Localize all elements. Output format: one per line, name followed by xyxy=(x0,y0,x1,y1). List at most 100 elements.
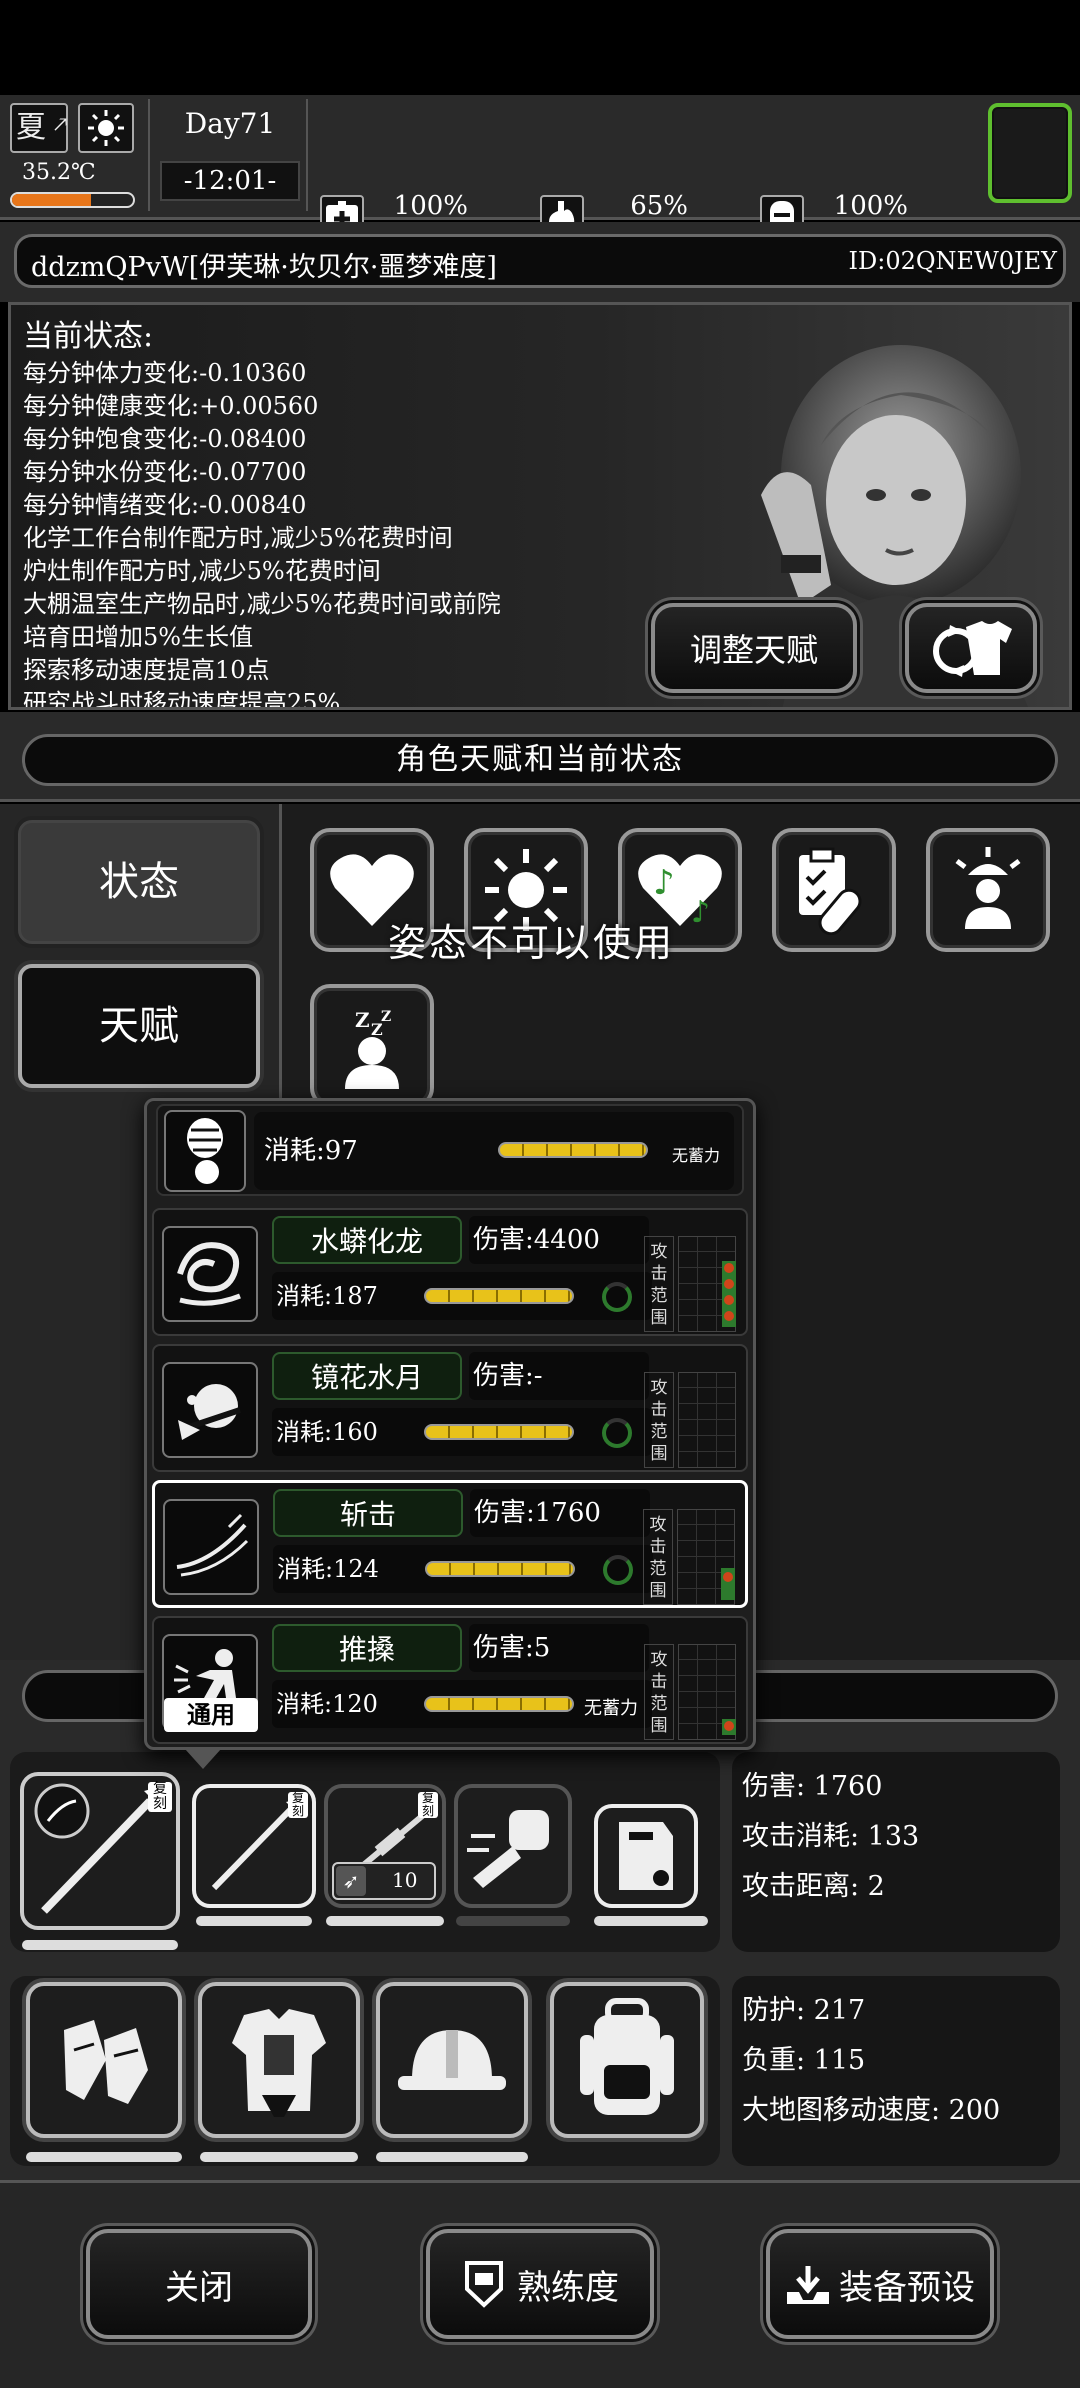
season-label: 夏 xyxy=(16,110,46,145)
attack-range-grid: 攻击范围 xyxy=(643,1509,739,1605)
range-cells xyxy=(678,1236,736,1332)
section-title-bar: 角色天赋和当前状态 xyxy=(22,734,1058,786)
water-dragon-icon xyxy=(177,1242,241,1306)
equipment-preset-button[interactable]: 装备预设 xyxy=(766,2229,994,2339)
move-cost: 消耗:97 xyxy=(264,1136,358,1166)
weapon-attack-cost: 攻击消耗: 133 xyxy=(742,1821,920,1852)
svg-text:Z: Z xyxy=(355,1008,370,1032)
status-line: 大棚温室生产物品时,减少5%花费时间或前院 xyxy=(23,590,501,618)
adjust-talent-button[interactable]: 调整天赋 xyxy=(651,603,857,693)
range-label: 攻击范围 xyxy=(643,1509,673,1605)
backpack-icon xyxy=(580,1998,674,2115)
sleep-person-icon: Z ZZ xyxy=(345,1008,399,1089)
arrow-icon: ➶ xyxy=(336,1866,366,1896)
top-black-bar xyxy=(0,0,1080,95)
top-hud: 夏 🡕 35.2℃ Day71 -12:01- 100%65%100%64%71… xyxy=(0,95,1080,293)
helmet-durability xyxy=(376,2152,528,2162)
weapon-slot-2[interactable]: 复刻 xyxy=(192,1784,316,1908)
armor-stats-panel: 防护: 217 负重: 115 大地图移动速度: 200 xyxy=(732,1976,1060,2166)
weapon-attack-range: 攻击距离: 2 xyxy=(742,1871,885,1902)
status-panel: 当前状态: 每分钟体力变化:-0.10360 每分钟健康变化:+0.00560 每分… xyxy=(8,302,1072,710)
name-panel: ddzmQPvW[伊芙琳·坎贝尔·噩梦难度] ID:02QNEW0JEY xyxy=(0,222,1080,302)
weapon-slot-selected[interactable]: 复刻 xyxy=(20,1772,180,1930)
status-alarm-tile[interactable] xyxy=(926,828,1050,952)
body-armor-slot[interactable] xyxy=(198,1982,360,2138)
close-button[interactable]: 关闭 xyxy=(86,2229,312,2339)
attack-range-grid: 攻击范围 xyxy=(644,1644,740,1740)
tab-status-label: 状态 xyxy=(99,859,179,905)
skill-note: 无蓄力 xyxy=(584,1698,638,1719)
skill-row[interactable]: 推搡 伤害:5 消耗:120 无蓄力 攻击范围 通用 xyxy=(152,1616,748,1744)
tab-talent[interactable]: 天赋 xyxy=(18,964,260,1088)
move-note: 无蓄力 xyxy=(672,1146,721,1165)
body-armor-icon xyxy=(232,2009,326,2117)
character-id: ID:02QNEW0JEY xyxy=(848,247,1057,275)
skill-icon xyxy=(163,1499,259,1595)
change-outfit-button[interactable] xyxy=(905,603,1037,693)
proficiency-label: 熟练度 xyxy=(517,2267,619,2308)
proficiency-button[interactable]: 熟练度 xyxy=(426,2229,654,2339)
gloves-durability xyxy=(26,2152,182,2162)
fist-slot[interactable] xyxy=(454,1784,572,1908)
status-line: 每分钟健康变化:+0.00560 xyxy=(23,392,319,420)
day-label: Day71 xyxy=(184,107,276,140)
skill-cost-bar xyxy=(424,1424,574,1440)
skill-row[interactable]: 斩击 伤害:1760 消耗:124 攻击范围 xyxy=(152,1480,748,1608)
status-line: 每分钟情绪变化:-0.00840 xyxy=(23,491,307,519)
attack-range-grid: 攻击范围 xyxy=(644,1372,740,1468)
skill-name: 推搡 xyxy=(272,1624,462,1672)
trophy-icon xyxy=(465,2261,503,2308)
common-badge: 通用 xyxy=(164,1698,258,1732)
backpack-slot[interactable] xyxy=(550,1982,704,2138)
status-medicine-tile[interactable] xyxy=(772,828,896,952)
range-label: 攻击范围 xyxy=(644,1372,674,1468)
status-line: 每分钟水份变化:-0.07700 xyxy=(23,458,307,486)
helmet-slot[interactable] xyxy=(376,1982,528,2138)
skill-damage: 伤害:5 xyxy=(469,1624,649,1672)
season-badge: 夏 🡕 xyxy=(10,103,68,153)
equipment-preset-label: 装备预设 xyxy=(839,2267,975,2308)
medicine-icon xyxy=(799,847,862,935)
shield-slot[interactable] xyxy=(594,1804,698,1908)
weapon-stats-panel: 伤害: 1760 攻击消耗: 133 攻击距离: 2 xyxy=(732,1752,1060,1952)
status-lines: 每分钟体力变化:-0.10360 每分钟健康变化:+0.00560 每分钟饱食变化:… xyxy=(23,357,501,707)
skill-row[interactable]: 水蟒化龙 伤害:4400 消耗:187 攻击范围 xyxy=(152,1208,748,1336)
skill-name: 镜花水月 xyxy=(272,1352,462,1400)
armor-durability xyxy=(200,2152,358,2162)
status-line: 培育田增加5%生长值 xyxy=(23,623,254,651)
status-line: 探索移动速度提高10点 xyxy=(23,656,270,684)
range-label: 攻击范围 xyxy=(644,1644,674,1740)
status-line: 化学工作台制作配方时,减少5%花费时间 xyxy=(23,524,453,552)
svg-text:♪: ♪ xyxy=(691,895,710,930)
day-panel: Day71 -12:01- xyxy=(148,99,308,211)
weapon-tag: 复刻 xyxy=(418,1792,438,1818)
weapon-durability-3 xyxy=(326,1916,444,1926)
wind-icon: 🡕 xyxy=(53,113,68,138)
shirt-swap-icon xyxy=(933,621,1012,677)
tab-status[interactable]: 状态 xyxy=(18,820,260,944)
status-overlay-text: 姿态不可以使用 xyxy=(388,921,676,965)
cooldown-ring xyxy=(603,1555,633,1585)
skill-row[interactable]: 镜花水月 伤害:- 消耗:160 攻击范围 xyxy=(152,1344,748,1472)
alarm-person-icon xyxy=(955,847,1021,929)
svg-text:Z: Z xyxy=(381,1009,391,1025)
move-skill-row[interactable]: 消耗:97 无蓄力 xyxy=(156,1104,744,1196)
weapon-tag: 复刻 xyxy=(288,1792,308,1818)
footer: 关闭 熟练度 装备预设 xyxy=(0,2180,1080,2388)
shield-durability xyxy=(594,1916,708,1926)
ammo-box: ➶ 10 xyxy=(332,1862,436,1900)
skill-cost-bar xyxy=(424,1288,574,1304)
skill-icon xyxy=(162,1226,258,1322)
close-label: 关闭 xyxy=(165,2267,233,2308)
weapon-slot-3[interactable]: 复刻 ➶ 10 xyxy=(324,1784,446,1908)
cooldown-ring xyxy=(602,1418,632,1448)
gloves-slot[interactable] xyxy=(26,1982,182,2138)
status-line: 炉灶制作配方时,减少5%花费时间 xyxy=(23,557,381,585)
quick-slot[interactable] xyxy=(988,103,1072,203)
status-sleep-tile[interactable]: ZZZ xyxy=(310,984,434,1108)
weapon-durability-2 xyxy=(196,1916,312,1926)
skill-damage: 伤害:4400 xyxy=(469,1216,649,1264)
armor-defense: 防护: 217 xyxy=(742,1995,866,2026)
temperature-bar xyxy=(10,192,135,208)
section-title: 角色天赋和当前状态 xyxy=(396,742,684,777)
